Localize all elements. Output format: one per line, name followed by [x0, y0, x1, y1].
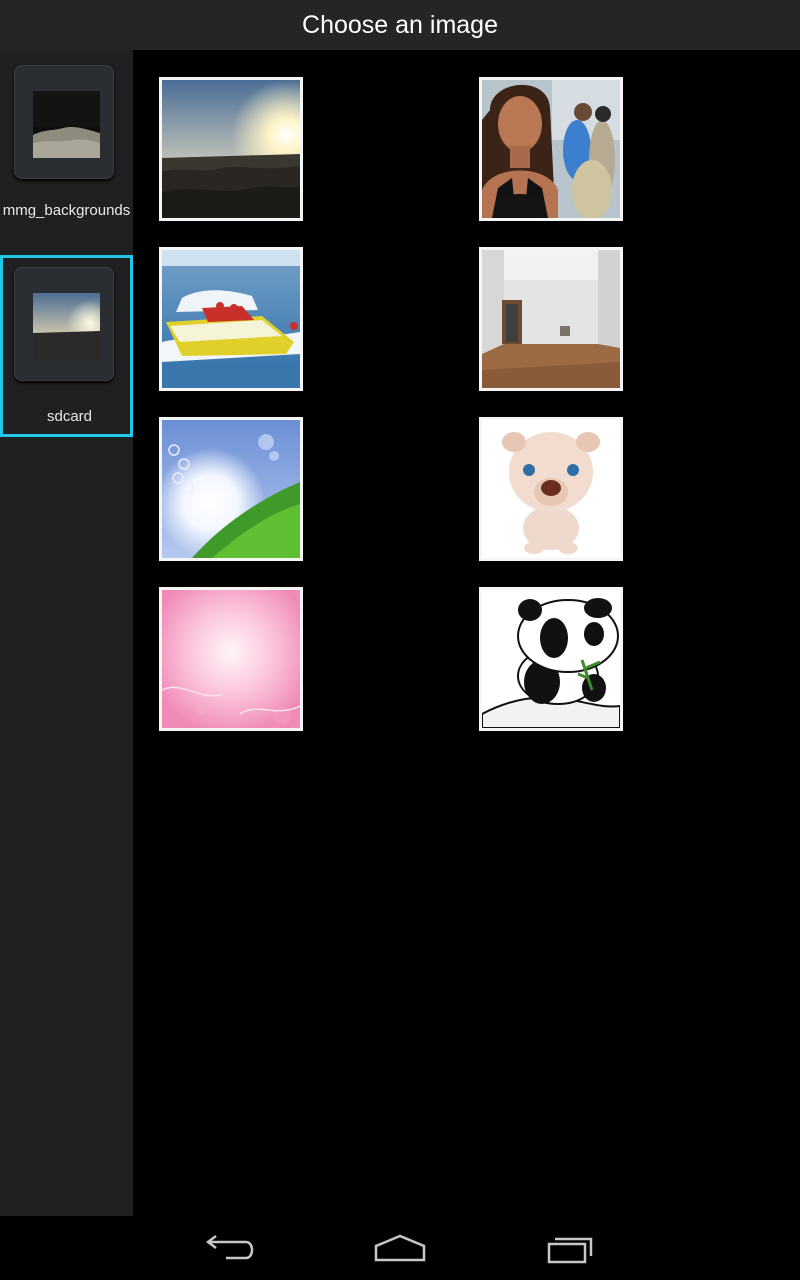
recents-icon: [547, 1237, 593, 1264]
image-grid: [133, 50, 800, 1216]
image-thumb-empty-room[interactable]: [479, 247, 623, 391]
cartoon-dog-image: [482, 420, 620, 558]
sunset-crowd-image: [162, 80, 300, 218]
image-thumb-sky-grass[interactable]: [159, 417, 303, 561]
home-button[interactable]: [372, 1232, 428, 1266]
image-thumb-woman-crowd[interactable]: [479, 77, 623, 221]
cartoon-panda-image: [482, 590, 620, 728]
folder-mmg-backgrounds[interactable]: mmg_backgrounds: [0, 50, 133, 250]
page-title: Choose an image: [302, 10, 498, 39]
recents-button[interactable]: [543, 1232, 599, 1266]
sky-grass-image: [162, 420, 300, 558]
navigation-bar: [0, 1216, 800, 1280]
back-button[interactable]: [202, 1232, 258, 1266]
folder-thumbnail: [33, 293, 100, 360]
image-thumb-pink-background[interactable]: [159, 587, 303, 731]
title-bar: Choose an image: [0, 0, 800, 50]
folder-thumbnail: [33, 91, 100, 158]
pink-background-image: [162, 590, 300, 728]
empty-room-image: [482, 250, 620, 388]
folder-sidebar: mmg_backgrounds sdcard: [0, 50, 133, 1216]
speedboat-image: [162, 250, 300, 388]
image-thumb-sunset-crowd[interactable]: [159, 77, 303, 221]
folder-card: [14, 267, 114, 381]
home-icon: [374, 1234, 426, 1262]
image-thumb-speedboat[interactable]: [159, 247, 303, 391]
folder-sdcard[interactable]: sdcard: [0, 255, 133, 437]
image-thumb-cartoon-panda[interactable]: [479, 587, 623, 731]
woman-in-crowd-image: [482, 80, 620, 218]
folder-label: sdcard: [46, 408, 93, 425]
folder-card: [14, 65, 114, 179]
image-thumb-cartoon-dog[interactable]: [479, 417, 623, 561]
folder-label: mmg_backgrounds: [2, 202, 131, 219]
back-icon: [205, 1235, 254, 1260]
